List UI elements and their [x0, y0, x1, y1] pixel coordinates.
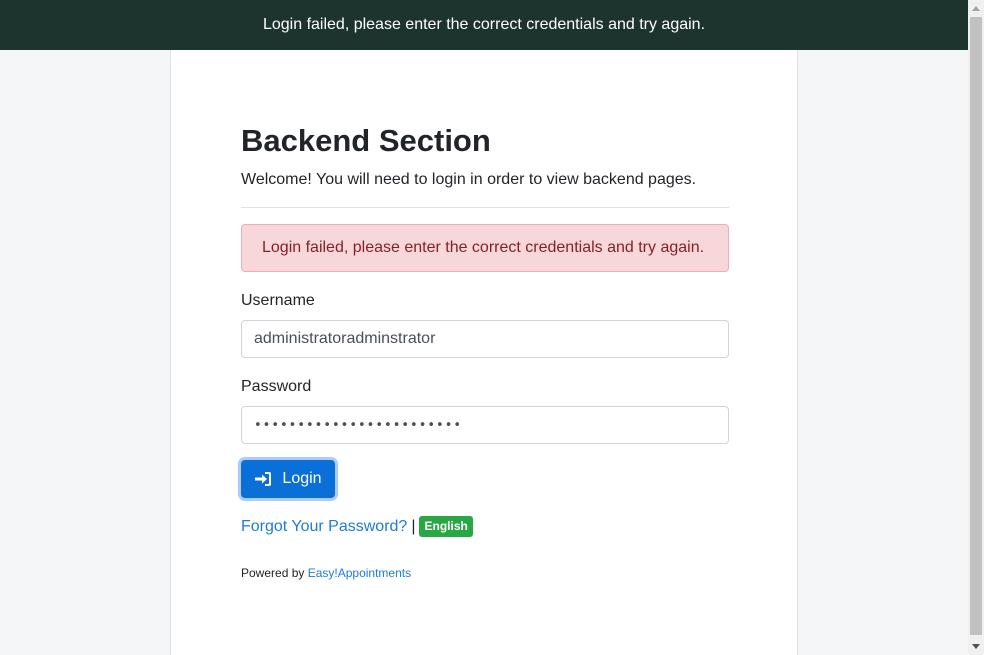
- language-badge[interactable]: English: [419, 516, 473, 537]
- notification-banner: Login failed, please enter the correct c…: [0, 0, 968, 50]
- page-title: Backend Section: [241, 123, 491, 158]
- scroll-up-arrow-icon[interactable]: [968, 0, 984, 17]
- notification-banner-text: Login failed, please enter the correct c…: [262, 16, 706, 33]
- powered-by: Powered by Easy!Appointments: [241, 566, 729, 580]
- powered-by-text: Powered by: [241, 566, 305, 580]
- divider: [241, 207, 729, 208]
- password-input[interactable]: [241, 406, 729, 444]
- error-alert: Login failed, please enter the correct c…: [241, 224, 729, 272]
- login-card: Backend Section Welcome! You will need t…: [170, 50, 798, 655]
- password-label: Password: [241, 378, 312, 395]
- login-button[interactable]: Login: [241, 460, 335, 498]
- sign-in-icon: [254, 471, 272, 487]
- vertical-scrollbar[interactable]: [968, 0, 984, 655]
- separator: |: [411, 517, 416, 535]
- scroll-down-arrow-icon[interactable]: [968, 638, 984, 655]
- login-form: Backend Section Welcome! You will need t…: [241, 122, 729, 580]
- scrollbar-thumb[interactable]: [970, 17, 982, 635]
- links-row: Forgot Your Password? | English: [241, 516, 729, 537]
- welcome-text: Welcome! You will need to login in order…: [241, 171, 697, 188]
- username-input[interactable]: [241, 320, 729, 358]
- login-button-label: Login: [282, 470, 322, 487]
- forgot-password-link[interactable]: Forgot Your Password?: [241, 518, 407, 536]
- browser-viewport: Login failed, please enter the correct c…: [0, 0, 968, 655]
- easy-appointments-link[interactable]: Easy!Appointments: [308, 566, 411, 580]
- error-alert-text: Login failed, please enter the correct c…: [262, 239, 705, 256]
- username-label: Username: [241, 292, 315, 309]
